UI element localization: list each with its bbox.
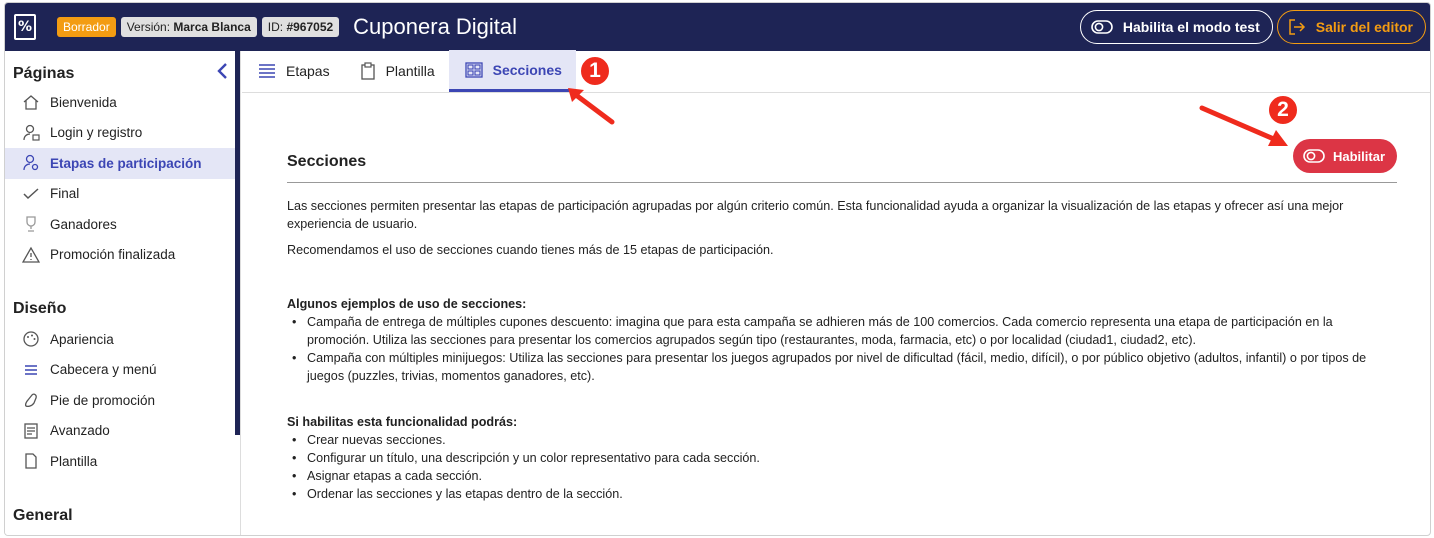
tab-label: Secciones <box>492 61 562 78</box>
toggle-icon <box>1303 149 1325 163</box>
examples-list: Campaña de entrega de múltiples cupones … <box>287 313 1387 385</box>
enable-label: Habilitar <box>1332 148 1385 164</box>
id-badge: ID: #967052 <box>261 17 340 37</box>
pages-heading: Páginas <box>13 65 75 82</box>
sidebar-item-label: Promoción finalizada <box>50 247 176 263</box>
exit-editor-label: Salir del editor <box>1315 19 1413 35</box>
version-label: Versión: <box>126 20 171 34</box>
app-logo[interactable]: % <box>5 3 45 51</box>
sidebar-item-bienvenida[interactable]: Bienvenida <box>5 87 240 118</box>
page-title: Secciones <box>287 153 367 170</box>
version-badge: Versión: Marca Blanca <box>120 17 257 37</box>
sidebar-item-avanzado[interactable]: Avanzado <box>5 416 240 447</box>
home-icon <box>21 92 41 112</box>
sidebar-item-label: Login y registro <box>50 125 143 141</box>
check-icon <box>21 184 41 204</box>
tab-etapas[interactable]: Etapas <box>242 50 344 92</box>
version-value: Marca Blanca <box>173 20 251 34</box>
foot-icon <box>21 390 41 410</box>
sidebar-item-label: Plantilla <box>50 453 98 469</box>
id-value: #967052 <box>286 20 334 34</box>
sidebar-item-label: Etapas de participación <box>50 155 202 171</box>
design-heading: Diseño <box>13 300 67 317</box>
chevron-left-icon[interactable] <box>216 62 228 86</box>
sidebar-item-plantilla[interactable]: Plantilla <box>5 446 240 477</box>
status-badge: Borrador <box>57 17 116 37</box>
user-lock-icon <box>21 123 41 143</box>
document-settings-icon <box>21 421 41 441</box>
sidebar-item-label: Apariencia <box>50 331 114 347</box>
general-heading: General <box>13 506 73 524</box>
benefits-list: Crear nuevas secciones. Configurar un tí… <box>287 431 1387 503</box>
sidebar-item-pie[interactable]: Pie de promoción <box>5 385 240 416</box>
list-item: Campaña de entrega de múltiples cupones … <box>287 313 1387 349</box>
sidebar: Páginas Bienvenida Login y registro Etap… <box>5 51 241 535</box>
benefits-heading: Si habilitas esta funcionalidad podrás: <box>287 415 518 429</box>
sidebar-item-label: Avanzado <box>50 423 110 439</box>
sidebar-item-final[interactable]: Final <box>5 179 240 210</box>
list-icon <box>258 63 276 79</box>
sidebar-item-login[interactable]: Login y registro <box>5 118 240 149</box>
editor-window: % Borrador Versión: Marca Blanca ID: #96… <box>4 2 1431 536</box>
annotation-arrow-2 <box>1199 105 1288 146</box>
examples-heading: Algunos ejemplos de uso de secciones: <box>287 297 527 311</box>
sidebar-item-promocion-finalizada[interactable]: Promoción finalizada <box>5 240 240 271</box>
tab-label: Etapas <box>286 63 330 79</box>
promotion-title: Cuponera Digital <box>353 14 518 39</box>
percent-logo-icon: % <box>14 14 36 40</box>
list-item: Campaña con múltiples minijuegos: Utiliz… <box>287 349 1387 385</box>
list-item: Asignar etapas a cada sección. <box>287 467 1387 485</box>
sidebar-item-etapas[interactable]: Etapas de participación <box>5 148 235 179</box>
sidebar-item-label: Pie de promoción <box>50 392 156 408</box>
intro-paragraph: Las secciones permiten presentar las eta… <box>287 199 1344 231</box>
test-mode-label: Habilita el modo test <box>1122 19 1260 35</box>
palette-icon <box>21 329 41 349</box>
exit-editor-button[interactable]: Salir del editor <box>1276 10 1426 44</box>
toggle-icon <box>1091 20 1113 34</box>
list-item: Crear nuevas secciones. <box>287 431 1387 449</box>
recommendation-paragraph: Recomendamos el uso de secciones cuando … <box>287 243 774 257</box>
tab-label: Plantilla <box>385 63 435 79</box>
trophy-icon <box>21 214 41 234</box>
top-bar: % Borrador Versión: Marca Blanca ID: #96… <box>5 3 1430 51</box>
sidebar-item-label: Final <box>50 186 80 202</box>
sidebar-item-ganadores[interactable]: Ganadores <box>5 209 240 240</box>
id-label: ID: <box>267 20 284 34</box>
section-description: Las secciones permiten presentar las eta… <box>287 197 1387 503</box>
list-item: Ordenar las secciones y las etapas dentr… <box>287 485 1387 503</box>
tab-bar: Etapas Plantilla Secciones <box>242 50 1430 93</box>
enable-sections-button[interactable]: Habilitar <box>1292 139 1397 173</box>
sidebar-item-cabecera[interactable]: Cabecera y menú <box>5 355 240 386</box>
sidebar-item-apariencia[interactable]: Apariencia <box>5 324 240 355</box>
logout-icon <box>1288 18 1306 36</box>
sidebar-item-label: Bienvenida <box>50 94 117 110</box>
file-icon <box>21 451 41 471</box>
tab-plantilla[interactable]: Plantilla <box>344 50 449 92</box>
sidebar-item-label: Cabecera y menú <box>50 362 157 378</box>
warning-icon <box>21 245 41 265</box>
clipboard-icon <box>360 62 376 80</box>
grid-icon <box>464 61 483 78</box>
test-mode-button[interactable]: Habilita el modo test <box>1079 10 1273 44</box>
menu-icon <box>21 360 41 380</box>
sidebar-scrollbar[interactable] <box>235 51 240 435</box>
tab-secciones[interactable]: Secciones <box>448 50 576 92</box>
annotation-arrow-1 <box>568 88 615 125</box>
user-search-icon <box>21 153 41 173</box>
list-item: Configurar un título, una descripción y … <box>287 449 1387 467</box>
sidebar-item-label: Ganadores <box>50 216 117 232</box>
